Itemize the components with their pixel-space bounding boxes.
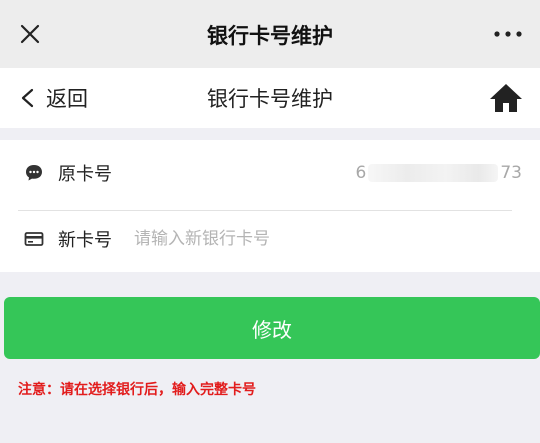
notice-text: 注意：请在选择银行后，输入完整卡号 — [18, 382, 256, 398]
modify-button[interactable]: 修改 — [4, 297, 540, 359]
old-card-value: 6 73 — [356, 163, 522, 183]
old-card-label: 原卡号 — [58, 164, 112, 185]
nav-bar: 返回 银行卡号维护 — [0, 68, 540, 128]
page: 银行卡号维护 返回 银行卡号维护 原卡号 6 73 新卡号 请输入新银行卡号 修… — [0, 0, 540, 443]
old-card-value-suffix: 73 — [500, 163, 522, 183]
page-title: 银行卡号维护 — [207, 87, 333, 111]
window-title-bar: 银行卡号维护 — [0, 0, 540, 68]
more-dots-icon[interactable] — [492, 24, 524, 44]
home-icon[interactable] — [488, 82, 524, 114]
section-gap — [0, 128, 540, 140]
window-title: 银行卡号维护 — [207, 24, 333, 48]
old-card-value-prefix: 6 — [355, 163, 367, 183]
old-card-row: 原卡号 6 73 — [0, 140, 540, 206]
new-card-input[interactable] — [134, 221, 494, 257]
new-card-label: 新卡号 — [58, 230, 112, 251]
chat-dots-icon — [26, 165, 42, 181]
new-card-row: 新卡号 — [0, 206, 540, 272]
credit-card-icon — [24, 232, 44, 246]
card-form: 原卡号 6 73 新卡号 — [0, 140, 540, 272]
masked-digits — [368, 164, 499, 182]
